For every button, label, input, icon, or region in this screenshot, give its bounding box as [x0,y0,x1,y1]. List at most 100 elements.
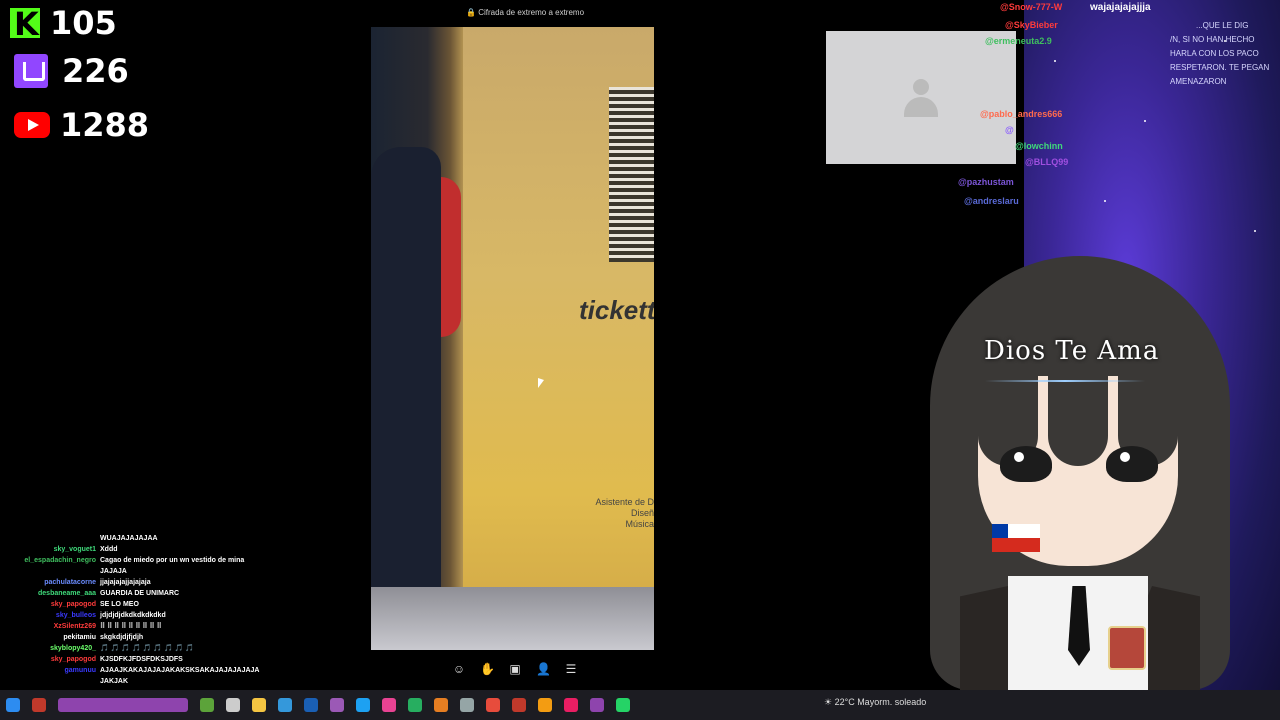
left-chat: WUAJAJAJAJAA sky_voguet1 Xddd el_espadachin… [8,533,268,687]
chat-mention: @SkyBieber [1005,20,1058,30]
more-options-icon[interactable]: ☰ [564,662,578,676]
chat-mention: @ermeneuta2.9 [985,36,1052,46]
chat-message: AJAAJKAKAJAJAJAKAKSKSAKAJAJAJAJAJA JAKJA… [100,667,260,685]
whatsapp-icon[interactable] [616,698,630,712]
chat-username[interactable]: sky_bulleos [8,610,100,621]
chat-message: KJSDFKJFDSFDKSJDFS [100,656,183,663]
kick-icon [10,5,40,43]
chat-message: ⠿ ⠿ ⠿ ⠿ ⠿ ⠿ ⠿ ⠿ ⠿ [100,623,162,630]
right-eye [1106,446,1158,482]
call-controls: ☺ ✋ ▣ 👤 ☰ [452,662,578,676]
chat-row: desbaneame_aaa GUARDIA DE UNIMARC [8,588,268,599]
kick-counter: 105 [10,4,117,43]
twitch-counter: 226 [14,52,129,90]
chat-mention: @ [1005,125,1014,135]
app-icon-8[interactable] [538,698,552,712]
chat-message-line: RESPETARON. TE PEGAN [1170,63,1270,72]
sign-text: Asistente de D Diseñ Música [595,497,654,529]
app-icon-3[interactable] [330,698,344,712]
chat-mention: @andreslaru [964,196,1019,206]
chat-username[interactable]: pachulatacorne [8,577,100,588]
chat-row: sky_bulleos jdjdjdjdkdkdkdkdkd [8,610,268,621]
app-icon-5[interactable] [408,698,422,712]
chat-username[interactable]: desbaneame_aaa [8,588,100,599]
firefox-icon[interactable] [434,698,448,712]
brand-text: tickett [579,295,654,325]
app-icon-7[interactable] [512,698,526,712]
add-person-icon[interactable]: 👤 [536,662,551,676]
chat-row: gamunuu AJAAJKAKAJAJAJAKAKSKSAKAJAJAJAJAJ… [8,665,268,687]
kick-viewers: 105 [50,4,117,42]
chat-username[interactable]: sky_voguet1 [8,544,100,555]
app-icon-6[interactable] [460,698,474,712]
chat-mention: @pablo_andres666 [980,109,1063,119]
chat-message: 🎵 🎵 🎵 🎵 🎵 🎵 🎵 🎵 🎵 [100,645,195,652]
chat-row: sky_voguet1 Xddd [8,544,268,555]
chat-mention: @pazhustam [958,177,1014,187]
hand-icon[interactable]: ✋ [480,662,495,676]
chat-message: Cagao de miedo por un wn vestido de mina… [100,557,245,575]
task-view-icon[interactable] [226,698,240,712]
chat-message-line: /N, SI NO HAN HECHO [1170,35,1255,44]
share-screen-icon[interactable]: ▣ [508,662,522,676]
shared-video[interactable]: tickett Asistente de D Diseñ Música [371,27,654,650]
opera-icon[interactable] [564,698,578,712]
chat-row: pachulatacorne jjajajajajjajajaja [8,577,268,588]
religious-pin-icon [1108,626,1146,670]
chat-message: jjajajajajjajajaja [100,579,151,586]
chat-row: skyblopy420_ 🎵 🎵 🎵 🎵 🎵 🎵 🎵 🎵 🎵 [8,643,268,654]
chat-message: jdjdjdjdkdkdkdkdkd [100,612,166,619]
encryption-label: 🔒 Cifrada de extremo a extremo [466,8,585,17]
security-guard [371,147,441,607]
chrome-icon[interactable] [486,698,500,712]
windows-start-icon[interactable] [6,698,20,712]
twitch-viewers: 226 [62,52,129,90]
chat-row: sky_papogod KJSDFKJFDSFDKSJDFS [8,654,268,665]
left-eye [1000,446,1052,482]
chat-message: WUAJAJAJAJAA [100,535,158,542]
chat-message: skgkdjdjfjdjh [100,634,144,641]
copilot-icon[interactable] [278,698,292,712]
youtube-icon [14,112,50,138]
chile-flag-icon [992,524,1040,552]
weather-widget[interactable]: ☀ 22°C Mayorm. soleado [824,697,926,708]
youtube-counter: 1288 [14,106,149,144]
app-icon-9[interactable] [590,698,604,712]
participant-tile[interactable] [826,31,1016,164]
qr-code [609,87,654,262]
chat-mention: @BLLQ99 [1025,157,1069,167]
chat-username[interactable]: sky_papogod [8,654,100,665]
chat-row: el_espadachin_negro Cagao de miedo por un… [8,555,268,577]
edge-icon[interactable] [356,698,370,712]
chat-message: SE LO MEO [100,601,139,608]
floor [371,587,654,650]
chat-top-user: @Snow-777-W [1000,2,1063,12]
chat-username[interactable]: sky_papogod [8,599,100,610]
taskbar-notification[interactable] [58,698,188,712]
app-icon-2[interactable] [200,698,214,712]
chat-mention: @lowchinn [1015,141,1063,151]
chat-message-line: AMENAZARON [1170,77,1227,86]
visual-studio-icon[interactable] [304,698,318,712]
chat-message: Xddd [100,546,118,553]
chat-username[interactable]: skyblopy420_ [8,643,100,654]
chat-top-message: wajajajajajjja [1090,2,1151,13]
vtuber-avatar [920,256,1250,690]
chat-message-line: ...QUE LE DIG [1196,21,1249,30]
avatar-icon [904,79,938,117]
mouse-cursor-icon [538,378,544,388]
file-explorer-icon[interactable] [252,698,266,712]
chat-username[interactable]: XzSilentz269 [8,621,100,632]
chat-username[interactable] [8,533,100,544]
app-icon-4[interactable] [382,698,396,712]
taskbar [0,690,1280,720]
chat-username[interactable]: gamunuu [8,665,100,687]
app-icon-1[interactable] [32,698,46,712]
emoji-icon[interactable]: ☺ [452,662,466,676]
chat-username[interactable]: el_espadachin_negro [8,555,100,577]
chat-row: XzSilentz269 ⠿ ⠿ ⠿ ⠿ ⠿ ⠿ ⠿ ⠿ ⠿ [8,621,268,632]
chat-row: pekitamiu skgkdjdjfjdjh [8,632,268,643]
chat-username[interactable]: pekitamiu [8,632,100,643]
chat-message-line: HARLA CON LOS PACO [1170,49,1259,58]
youtube-viewers: 1288 [60,106,150,144]
